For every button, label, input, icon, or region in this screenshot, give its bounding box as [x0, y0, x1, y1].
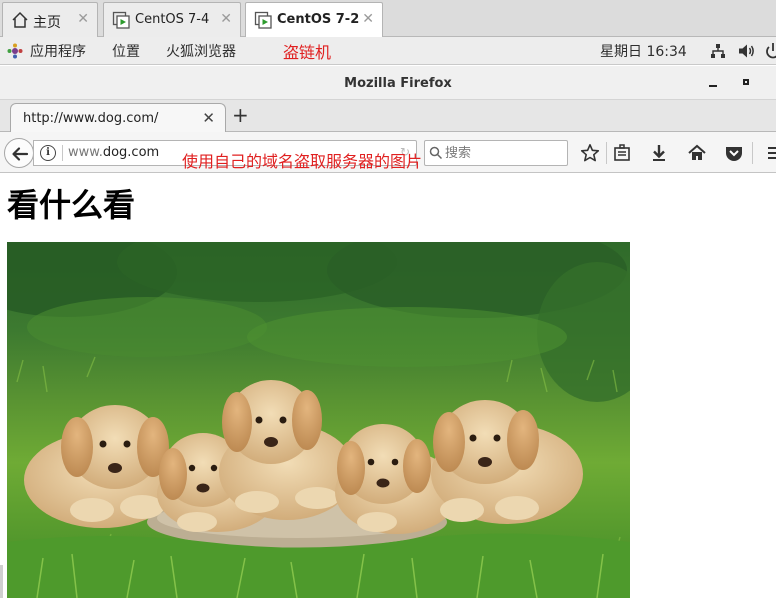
url-bar-separator: [62, 145, 63, 161]
clock[interactable]: 星期日 16:34: [600, 41, 687, 61]
browser-tab-bar: http://www.dog.com/ ✕ +: [0, 100, 776, 133]
vm-tab-strip: 主页 ✕ CentOS 7-4 ✕ CentOS 7-2 ✕: [0, 0, 776, 38]
new-tab-button[interactable]: +: [232, 103, 249, 127]
window-title-bar: Mozilla Firefox: [0, 66, 776, 100]
vm-tab-label: CentOS 7-4: [135, 12, 210, 27]
vm-tab-label: CentOS 7-2: [277, 12, 360, 27]
search-icon: [429, 146, 443, 160]
volume-icon[interactable]: [738, 43, 756, 59]
vm-tab-home[interactable]: 主页 ✕: [2, 2, 98, 37]
browser-tab[interactable]: http://www.dog.com/ ✕: [10, 103, 226, 133]
annotation-hotlink-explanation: 使用自己的域名盗取服务器的图片: [182, 152, 423, 171]
pocket-icon[interactable]: [724, 143, 744, 163]
home-icon[interactable]: [687, 143, 707, 163]
applications-icon: [7, 43, 23, 59]
vm-tab-centos-7-4[interactable]: CentOS 7-4 ✕: [103, 2, 241, 37]
minimize-button[interactable]: [704, 74, 722, 92]
vm-tab-label: 主页: [33, 15, 61, 31]
page-heading: 看什么看: [7, 186, 136, 224]
close-icon[interactable]: ✕: [362, 11, 374, 27]
firefox-app-menu[interactable]: 火狐浏览器: [166, 41, 236, 61]
search-input[interactable]: [445, 144, 563, 162]
close-tab-icon[interactable]: ✕: [202, 109, 215, 127]
navigation-toolbar: i www.dog.com ↻ 使用自己的域名盗取服务器的图片: [0, 132, 776, 173]
toolbar-separator: [606, 142, 607, 164]
site-info-icon[interactable]: i: [40, 145, 56, 161]
search-bar[interactable]: [424, 140, 568, 166]
url-text[interactable]: www.dog.com: [68, 145, 159, 160]
close-icon[interactable]: ✕: [220, 11, 232, 27]
vm-icon: [112, 11, 130, 29]
maximize-button[interactable]: [737, 74, 755, 92]
window-title: Mozilla Firefox: [344, 76, 452, 91]
gnome-top-bar: 应用程序 位置 火狐浏览器 盗链机 星期日 16:34: [0, 37, 776, 65]
reading-list-icon[interactable]: [612, 143, 632, 163]
toolbar-separator: [752, 142, 753, 164]
back-button[interactable]: [4, 138, 34, 168]
browser-tab-label: http://www.dog.com/: [23, 111, 159, 126]
url-prefix: www.: [68, 145, 103, 160]
download-icon[interactable]: [649, 143, 669, 163]
url-domain: dog.com: [102, 145, 160, 160]
power-icon[interactable]: [765, 42, 776, 60]
close-icon[interactable]: ✕: [77, 11, 89, 27]
scrollbar-hint: [0, 565, 3, 598]
annotation-hotlink-machine: 盗链机: [283, 43, 332, 62]
applications-menu[interactable]: 应用程序: [30, 41, 86, 61]
puppies-photo: [7, 242, 630, 598]
back-arrow-icon: [12, 147, 29, 161]
places-menu[interactable]: 位置: [112, 41, 140, 61]
vm-tab-centos-7-2[interactable]: CentOS 7-2 ✕: [245, 2, 383, 38]
vm-icon: [254, 11, 272, 29]
bookmark-star-icon[interactable]: [580, 143, 600, 163]
home-icon: [12, 11, 28, 28]
network-icon[interactable]: [710, 43, 726, 59]
menu-icon[interactable]: [765, 143, 776, 163]
